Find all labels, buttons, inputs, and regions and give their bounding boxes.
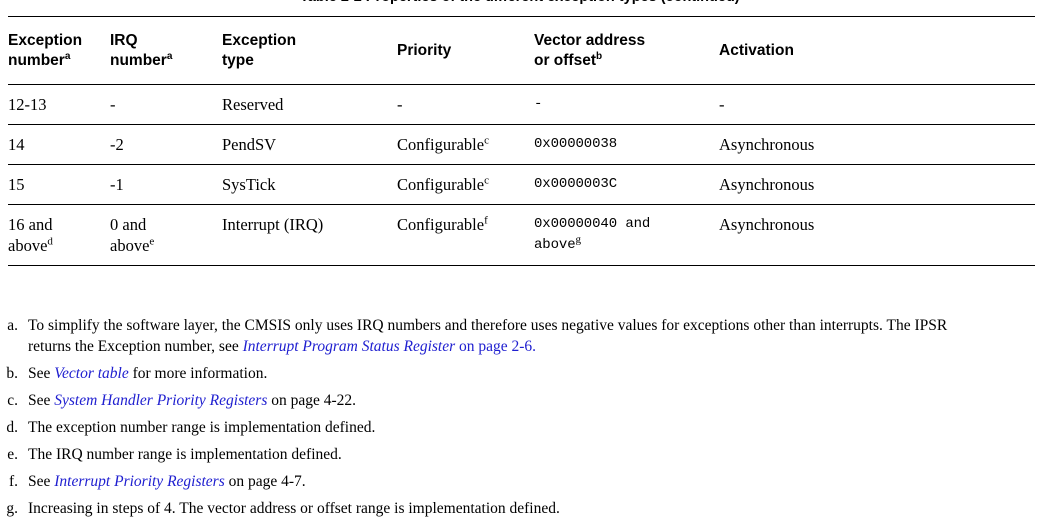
cell-priority: Configurablec xyxy=(397,174,489,194)
footnote-text: See Interrupt Priority Registers on page… xyxy=(28,471,953,492)
cell-irq-number: - xyxy=(110,95,116,114)
footnote-link[interactable]: Interrupt Priority Registers xyxy=(54,473,225,490)
footnote-marker: f xyxy=(484,214,488,227)
footnote-marker: a xyxy=(166,50,173,62)
header-line-2: or offsetb xyxy=(534,50,603,69)
cell-exception-type: Interrupt (IRQ) xyxy=(222,215,324,234)
footnote-b: b. See Vector table for more information… xyxy=(0,363,1050,384)
cell-vector-address: 0x00000040 and aboveg xyxy=(534,205,719,266)
cell-line-2: aboved xyxy=(8,235,53,255)
header-line-2: type xyxy=(222,52,254,69)
cell-vector-address: - xyxy=(534,96,543,112)
column-header-priority: Priority xyxy=(397,17,534,85)
cell-exception-type: SysTick xyxy=(222,175,276,194)
footnote-letter: g. xyxy=(6,500,18,517)
footnote-text: See Vector table for more information. xyxy=(28,363,953,384)
cell-priority: Configurablef xyxy=(397,214,488,234)
footnote-marker: b xyxy=(596,50,603,62)
column-header-activation: Activation xyxy=(719,17,1035,85)
footnote-letter: f. xyxy=(8,473,18,490)
cell-line-2: aboveg xyxy=(534,233,582,253)
footnote-text-pre: See xyxy=(28,392,55,409)
table-row: 12-13 - Reserved - - - xyxy=(8,84,1035,125)
footnote-list: a. To simplify the software layer, the C… xyxy=(0,315,1050,525)
cell-activation: Asynchronous xyxy=(719,215,815,234)
header-line-1: Exception xyxy=(222,32,297,49)
footnote-marker: c xyxy=(484,134,489,147)
footnote-d: d. The exception number range is impleme… xyxy=(0,417,1050,438)
footnote-g: g. Increasing in steps of 4. The vector … xyxy=(0,498,1050,519)
footnote-f: f. See Interrupt Priority Registers on p… xyxy=(0,471,1050,492)
footnote-letter: a. xyxy=(7,317,18,334)
cell-exception-number: 12-13 xyxy=(8,95,47,114)
cell-activation: Asynchronous xyxy=(719,135,815,154)
footnote-marker: d xyxy=(47,235,53,248)
footnote-a: a. To simplify the software layer, the C… xyxy=(0,315,1050,357)
footnote-text-post: for more information. xyxy=(128,365,268,382)
cell-vector-address: 0x00000038 xyxy=(534,136,618,152)
table-header: Exception numbera IRQ numbera Exception … xyxy=(8,16,1035,85)
cell-activation: Asynchronous xyxy=(719,175,815,194)
footnote-link[interactable]: System Handler Priority Registers xyxy=(54,392,267,409)
cell-irq-number: -2 xyxy=(110,135,124,154)
footnote-letter: e. xyxy=(7,446,18,463)
cell-exception-number: 15 xyxy=(8,175,25,194)
column-header-exception-type: Exception type xyxy=(222,17,397,85)
cell-exception-number: 16 and aboved xyxy=(8,205,110,266)
footnote-marker: c xyxy=(484,174,489,187)
exception-properties-table-wrap: Exception numbera IRQ numbera Exception … xyxy=(8,16,1035,266)
header-line-1: Activation xyxy=(719,42,794,59)
footnote-text: Increasing in steps of 4. The vector add… xyxy=(28,500,560,517)
header-line-2: numbera xyxy=(110,50,173,69)
cell-vector-address: 0x0000003C xyxy=(534,176,618,192)
exception-properties-table: Exception numbera IRQ numbera Exception … xyxy=(8,16,1035,266)
table-row: 15 -1 SysTick Configurablec 0x0000003C A… xyxy=(8,164,1035,205)
footnote-letter: c. xyxy=(7,392,18,409)
cell-priority: - xyxy=(397,95,403,114)
header-line-1: Exception xyxy=(8,32,83,49)
table-caption-text: Table 2-2 Properties of the different ex… xyxy=(0,0,1050,5)
footnote-marker: a xyxy=(64,50,71,62)
footnote-link[interactable]: Interrupt Program Status Register xyxy=(243,338,456,355)
table-bottom-rule xyxy=(8,265,1035,266)
cell-priority: Configurablec xyxy=(397,134,489,154)
footnote-text: The exception number range is implementa… xyxy=(28,419,376,436)
footnote-text: To simplify the software layer, the CMSI… xyxy=(28,315,953,357)
column-header-vector-address: Vector address or offsetb xyxy=(534,17,719,85)
column-header-exception-number: Exception numbera xyxy=(8,17,110,85)
cell-exception-number: 14 xyxy=(8,135,25,154)
cell-activation: - xyxy=(719,95,725,114)
footnote-text-pre: See xyxy=(28,365,55,382)
footnote-text: See System Handler Priority Registers on… xyxy=(28,390,953,411)
footnote-marker: e xyxy=(149,235,155,248)
header-line-1: Vector address xyxy=(534,32,646,49)
header-line-1: Priority xyxy=(397,42,452,59)
column-header-irq-number: IRQ numbera xyxy=(110,17,222,85)
table-header-row: Exception numbera IRQ numbera Exception … xyxy=(8,16,1035,85)
header-line-2: numbera xyxy=(8,50,71,69)
footnote-e: e. The IRQ number range is implementatio… xyxy=(0,444,1050,465)
footnote-letter: b. xyxy=(6,365,18,382)
cell-exception-type: PendSV xyxy=(222,135,277,154)
cell-exception-type: Reserved xyxy=(222,95,284,114)
cell-line-2: abovee xyxy=(110,235,155,255)
footnote-text: The IRQ number range is implementation d… xyxy=(28,446,342,463)
header-line-1: IRQ xyxy=(110,32,138,49)
table-row: 14 -2 PendSV Configurablec 0x00000038 As… xyxy=(8,124,1035,165)
footnote-marker: g xyxy=(575,233,582,246)
table-body: 12-13 - Reserved - - - 14 -2 PendSV Conf… xyxy=(8,84,1035,266)
footnote-letter: d. xyxy=(6,419,18,436)
footnote-text-post: on page 4-22. xyxy=(267,392,357,409)
cell-irq-number: 0 and abovee xyxy=(110,205,222,266)
footnote-page-link[interactable]: on page 2-6. xyxy=(459,338,536,355)
table-caption-clipped: Table 2-2 Properties of the different ex… xyxy=(0,0,1050,5)
cell-irq-number: -1 xyxy=(110,175,124,194)
footnote-c: c. See System Handler Priority Registers… xyxy=(0,390,1050,411)
table-row: 16 and aboved 0 and abovee Interrupt (IR… xyxy=(8,204,1035,266)
footnote-text-post: on page 4-7. xyxy=(224,473,306,490)
footnote-link[interactable]: Vector table xyxy=(54,365,128,382)
footnote-text-pre: See xyxy=(28,473,55,490)
